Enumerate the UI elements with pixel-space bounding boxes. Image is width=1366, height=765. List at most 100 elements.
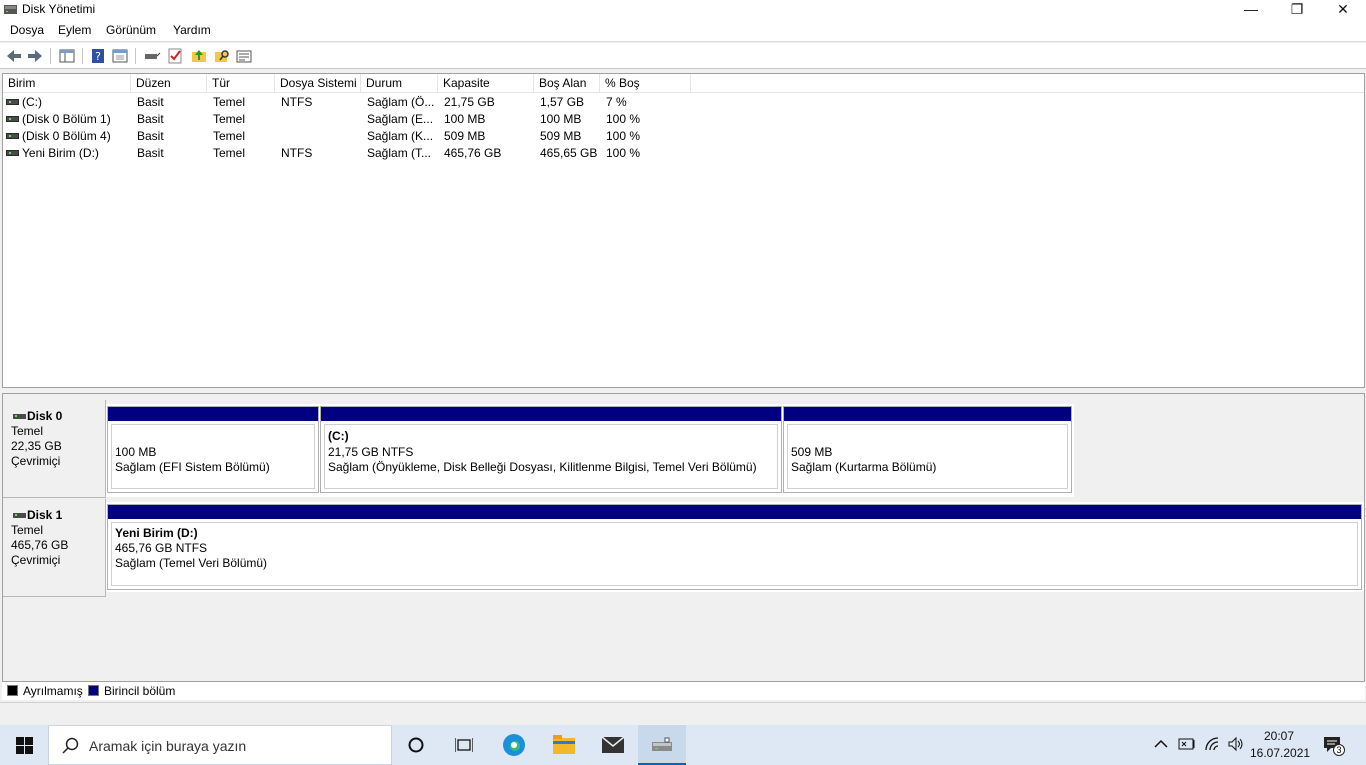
partition-status: Sağlam (Temel Veri Bölümü)	[115, 556, 268, 570]
volume-file-system: NTFS	[281, 95, 313, 109]
partition-d[interactable]: Yeni Birim (D:) 465,76 GB NTFS Sağlam (T…	[107, 504, 1362, 590]
disk-size: 22,35 GB	[11, 439, 62, 453]
volume-name: (Disk 0 Bölüm 4)	[22, 129, 111, 143]
partition-status: Sağlam (Kurtarma Bölümü)	[791, 460, 937, 474]
show-hidden-icons-button[interactable]	[1154, 737, 1168, 754]
menu-action[interactable]: Eylem	[58, 23, 91, 37]
partition-size: 100 MB	[115, 445, 157, 459]
partition-title: Yeni Birim (D:)	[115, 526, 198, 540]
partition-size: 509 MB	[791, 445, 833, 459]
file-explorer-icon	[553, 735, 575, 754]
legend-unallocated-swatch	[7, 685, 18, 696]
disk-size: 465,76 GB	[11, 538, 69, 552]
volume-capacity: 465,76 GB	[444, 146, 502, 160]
volume-percent-free: 7 %	[606, 95, 627, 109]
legend-primary-swatch	[88, 685, 99, 696]
taskbar-disk-management[interactable]	[638, 725, 686, 765]
window-title: Disk Yönetimi	[22, 2, 96, 16]
clock-date[interactable]: 16.07.2021	[1250, 746, 1310, 760]
disk-name: Disk 0	[27, 409, 63, 423]
partition-efi[interactable]: 100 MB Sağlam (EFI Sistem Bölümü)	[107, 406, 319, 493]
volume-percent-free: 100 %	[606, 129, 641, 143]
volume-status: Sağlam (T...	[367, 146, 432, 160]
column-header-percent-free[interactable]: % Boş	[600, 74, 691, 93]
folder-up-icon[interactable]	[190, 47, 208, 65]
partition-bar	[108, 407, 318, 421]
action-center-button[interactable]: 3	[1322, 735, 1346, 757]
column-header-free-space[interactable]: Boş Alan	[534, 74, 600, 93]
task-view-button[interactable]	[440, 725, 488, 765]
taskbar-edge[interactable]	[490, 725, 538, 765]
mail-icon	[601, 736, 625, 753]
partition-title: (C:)	[328, 429, 349, 443]
taskbar-mail[interactable]	[589, 725, 637, 765]
properties-view-icon[interactable]	[111, 47, 129, 65]
volume-layout: Basit	[137, 95, 164, 109]
minimize-button[interactable]: —	[1228, 0, 1274, 20]
partition-body	[111, 522, 1358, 586]
volume-control[interactable]	[1227, 736, 1245, 755]
disk-0-label[interactable]: Disk 0 Temel 22,35 GB Çevrimiçi	[3, 400, 106, 498]
volume-list[interactable]: Birim Düzen Tür Dosya Sistemi Durum Kapa…	[2, 73, 1365, 388]
edge-browser-icon	[503, 734, 525, 756]
checklist-icon[interactable]	[166, 47, 184, 65]
volume-percent-free: 100 %	[606, 146, 641, 160]
column-header-file-system[interactable]: Dosya Sistemi	[275, 74, 361, 93]
disk-1-label[interactable]: Disk 1 Temel 465,76 GB Çevrimiçi	[3, 499, 106, 597]
partition-bar	[108, 505, 1361, 519]
status-bar	[0, 702, 1366, 724]
title-bar: Disk Yönetimi — ❐ ✕	[0, 0, 1366, 20]
forward-arrow-icon[interactable]	[26, 47, 44, 65]
taskbar-search[interactable]: Aramak için buraya yazın	[48, 725, 392, 765]
menu-view[interactable]: Görünüm	[106, 23, 156, 37]
legend-unallocated-label: Ayrılmamış	[23, 684, 83, 698]
close-button[interactable]: ✕	[1320, 0, 1366, 20]
disk-type: Temel	[11, 523, 44, 537]
volume-row[interactable]: (Disk 0 Bölüm 4) Basit Temel Sağlam (K..…	[3, 128, 1364, 145]
disk-name: Disk 1	[27, 508, 63, 522]
help-icon[interactable]: ?	[89, 47, 107, 65]
back-arrow-icon[interactable]	[5, 47, 23, 65]
disk-management-window: Disk Yönetimi — ❐ ✕ Dosya Eylem Görünüm …	[0, 0, 1366, 725]
column-header-status[interactable]: Durum	[361, 74, 438, 93]
details-view-icon[interactable]	[235, 47, 253, 65]
language-indicator[interactable]	[1178, 736, 1196, 755]
connect-disk-icon[interactable]	[143, 47, 161, 65]
search-folder-icon[interactable]	[213, 47, 231, 65]
taskbar-file-explorer[interactable]	[540, 725, 588, 765]
search-placeholder: Aramak için buraya yazın	[89, 738, 247, 754]
chevron-up-icon	[1154, 739, 1168, 748]
partition-c[interactable]: (C:) 21,75 GB NTFS Sağlam (Önyükleme, Di…	[320, 406, 782, 493]
column-header-volume[interactable]: Birim	[3, 74, 131, 93]
clock-time[interactable]: 20:07	[1250, 729, 1308, 743]
volume-icon	[6, 133, 19, 139]
cortana-button[interactable]	[392, 725, 440, 765]
show-hide-console-tree-icon[interactable]	[58, 47, 76, 65]
task-view-icon	[455, 738, 473, 752]
partition-bar	[784, 407, 1071, 421]
column-header-capacity[interactable]: Kapasite	[438, 74, 534, 93]
menu-help[interactable]: Yardım	[173, 23, 211, 37]
volume-status: Sağlam (Ö...	[367, 95, 435, 109]
volume-type: Temel	[213, 129, 246, 143]
keyboard-language-icon	[1178, 738, 1195, 750]
legend-primary-label: Birincil bölüm	[104, 684, 176, 698]
column-header-type[interactable]: Tür	[207, 74, 275, 93]
legend-bar: Ayrılmamış Birincil bölüm	[2, 681, 1365, 700]
notification-count-badge: 3	[1333, 744, 1345, 756]
volume-row[interactable]: (C:) Basit Temel NTFS Sağlam (Ö... 21,75…	[3, 94, 1364, 111]
start-button[interactable]	[0, 725, 48, 765]
volume-status: Sağlam (K...	[367, 129, 434, 143]
partition-recovery[interactable]: 509 MB Sağlam (Kurtarma Bölümü)	[783, 406, 1072, 493]
volume-row[interactable]: (Disk 0 Bölüm 1) Basit Temel Sağlam (E..…	[3, 111, 1364, 128]
volume-type: Temel	[213, 146, 246, 160]
volume-type: Temel	[213, 95, 246, 109]
toolbar-separator	[135, 48, 136, 64]
restore-button[interactable]: ❐	[1274, 0, 1320, 20]
column-header-layout[interactable]: Düzen	[131, 74, 207, 93]
network-status[interactable]	[1204, 736, 1222, 755]
menu-file[interactable]: Dosya	[10, 23, 44, 37]
partition-bar	[321, 407, 781, 421]
volume-row[interactable]: Yeni Birim (D:) Basit Temel NTFS Sağlam …	[3, 145, 1364, 162]
disk-1-partitions: Yeni Birim (D:) 465,76 GB NTFS Sağlam (T…	[106, 502, 1364, 592]
